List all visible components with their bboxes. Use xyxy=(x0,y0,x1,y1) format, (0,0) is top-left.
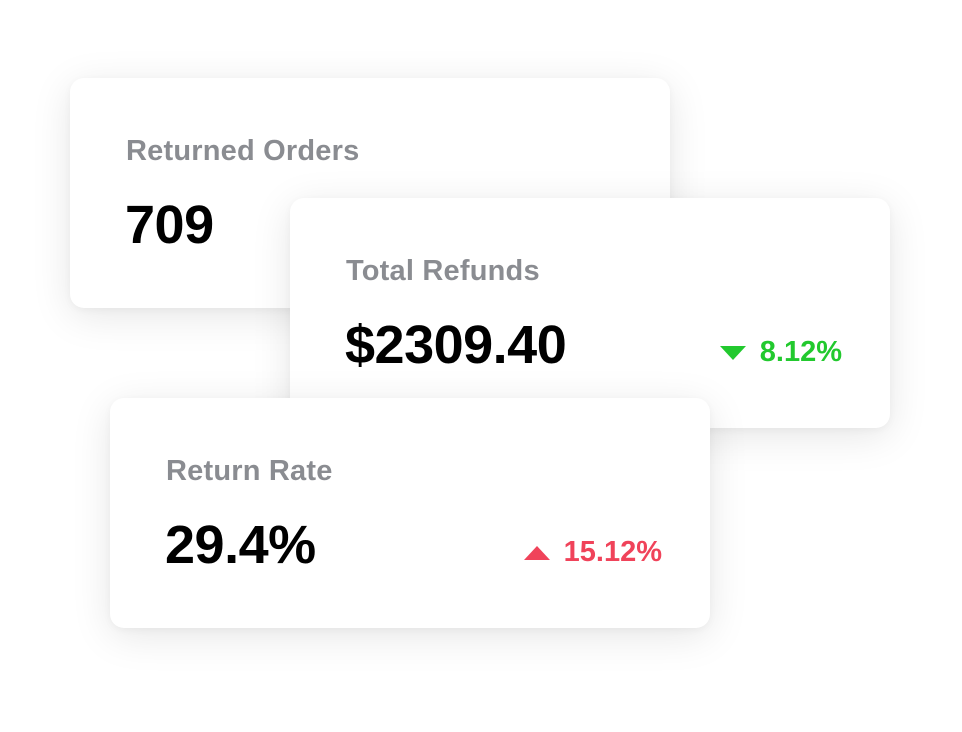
return-rate-card: Return Rate 29.4% 15.12% xyxy=(110,398,710,628)
triangle-down-icon xyxy=(719,345,746,360)
total-refunds-card: Total Refunds $2309.40 8.12% xyxy=(290,198,890,428)
card-title: Total Refunds xyxy=(346,255,540,287)
change-indicator: 15.12% xyxy=(523,536,662,569)
card-value: $2309.40 xyxy=(345,315,567,375)
card-value: 29.4% xyxy=(165,515,316,575)
change-value: 15.12% xyxy=(563,536,662,568)
card-title: Returned Orders xyxy=(126,135,360,167)
change-indicator: 8.12% xyxy=(719,336,842,369)
card-value: 709 xyxy=(125,195,214,255)
triangle-up-icon xyxy=(523,545,550,560)
card-title: Return Rate xyxy=(166,455,333,487)
stats-stage: Returned Orders 709 Total Refunds $2309.… xyxy=(0,0,962,732)
change-value: 8.12% xyxy=(759,336,842,368)
